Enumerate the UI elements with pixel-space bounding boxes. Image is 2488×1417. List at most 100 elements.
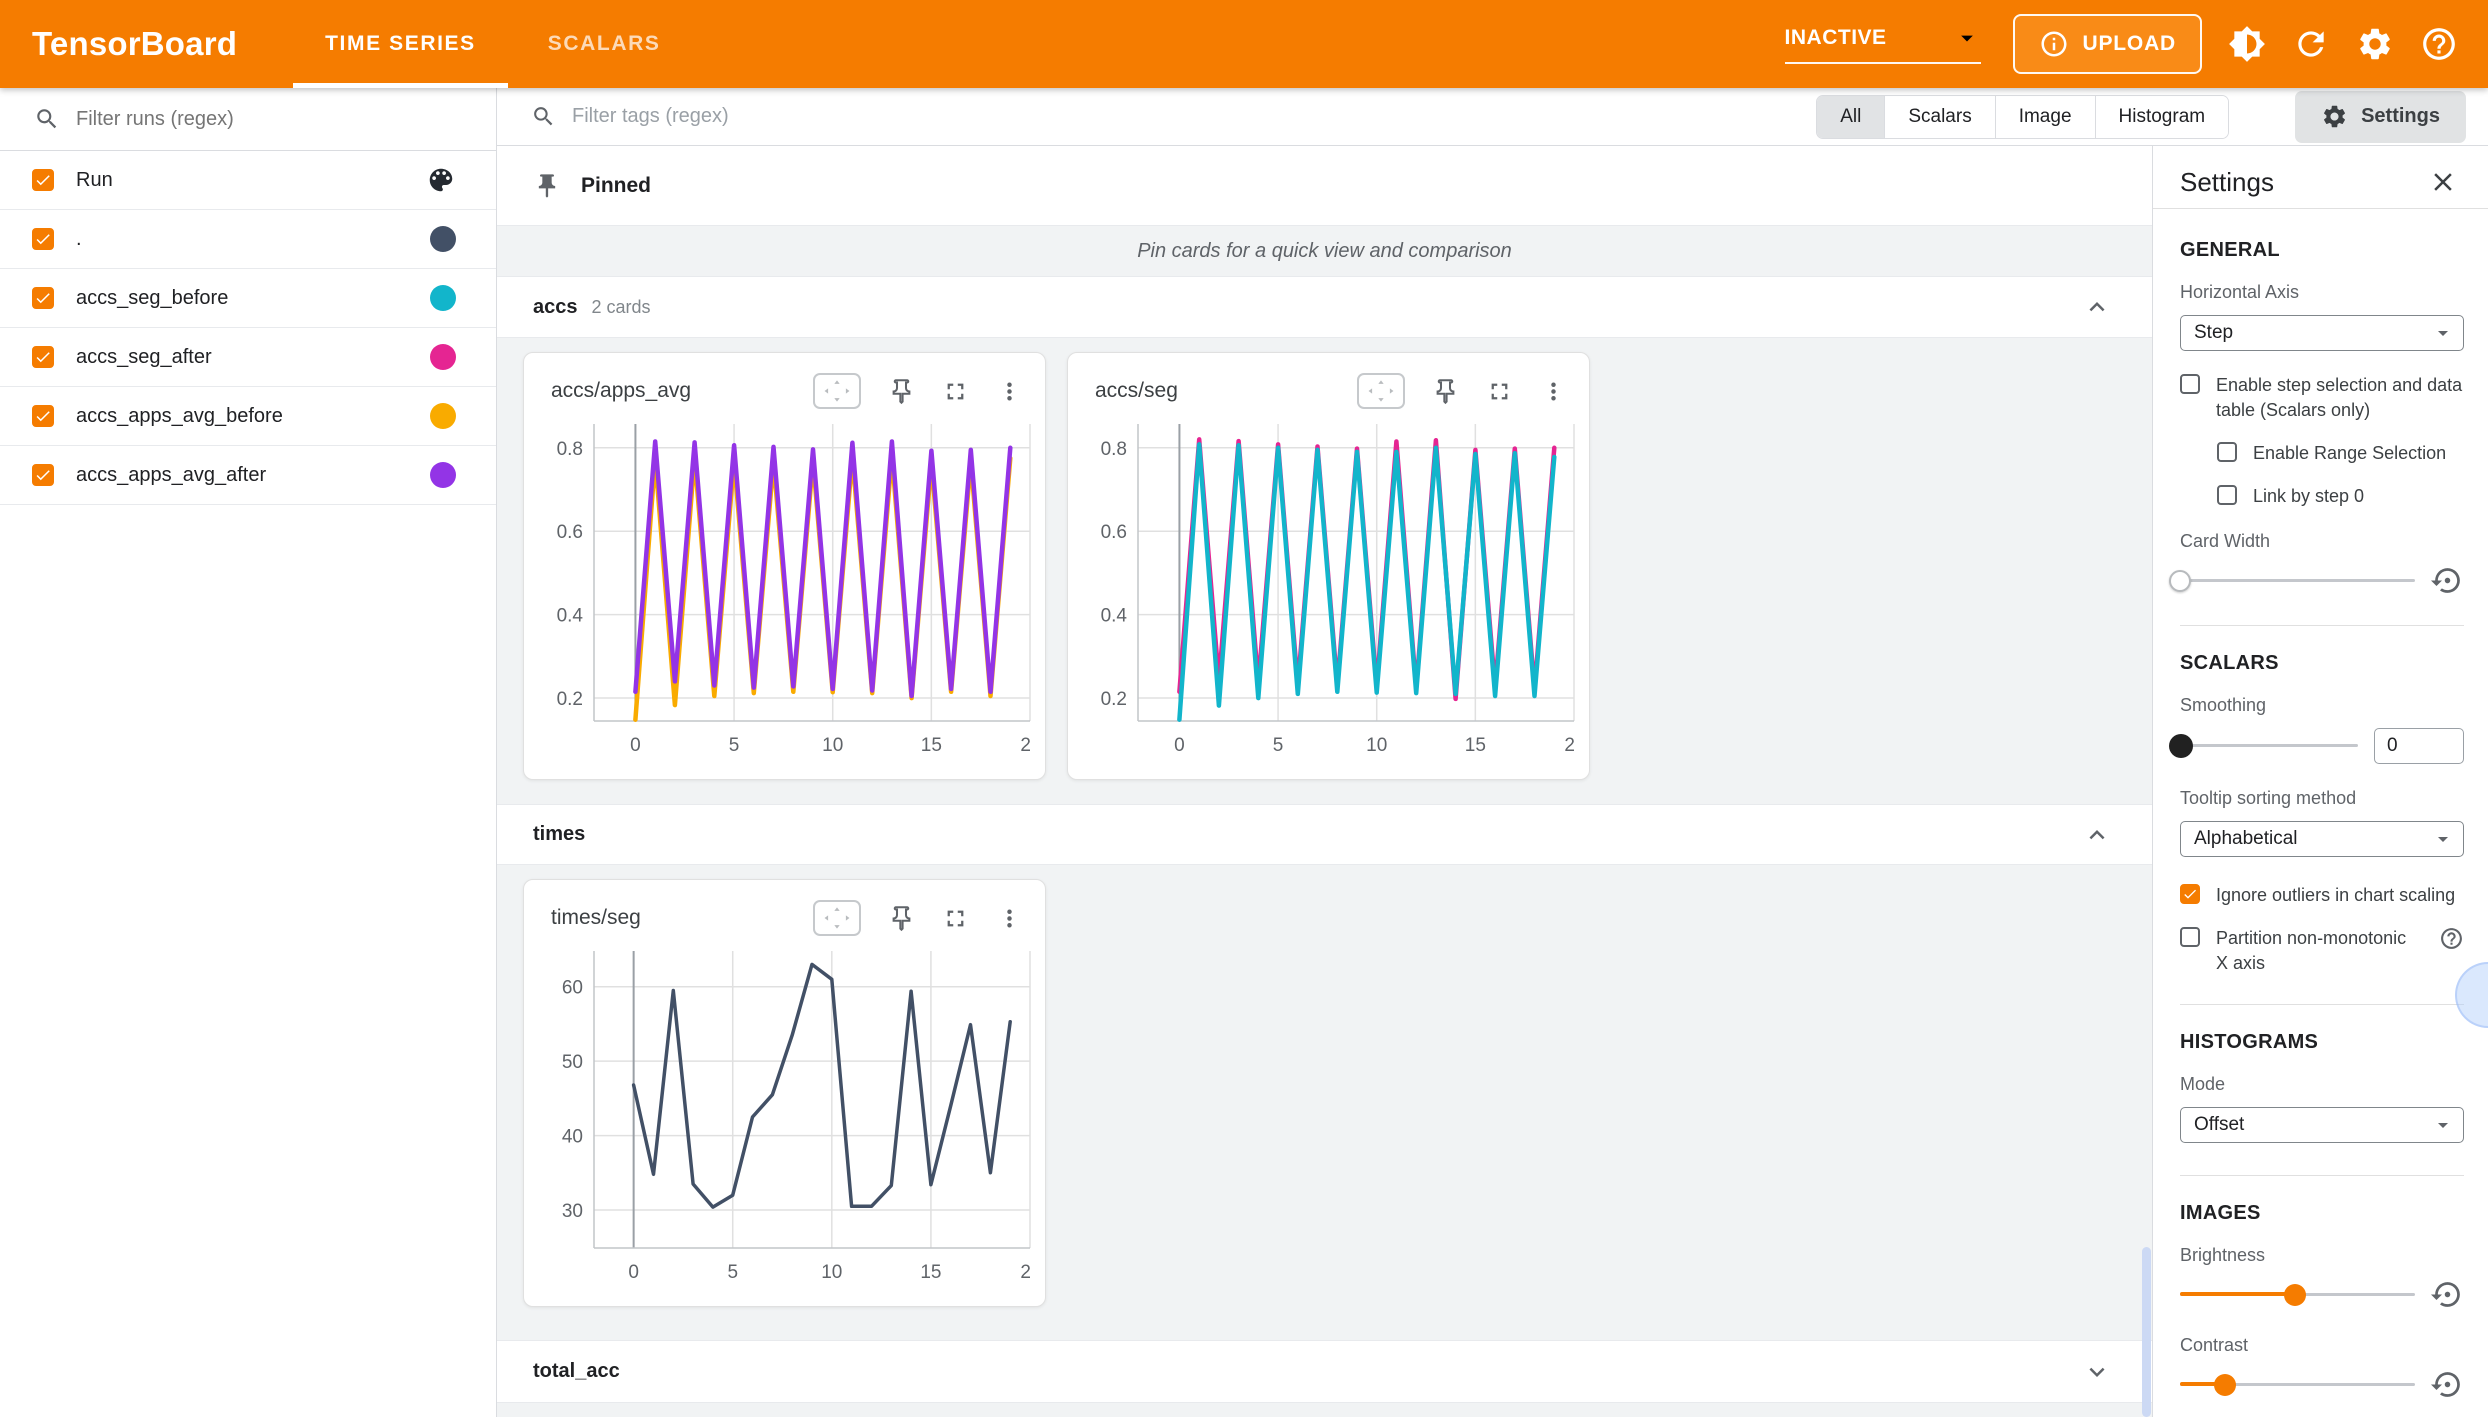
more-options-icon[interactable] bbox=[996, 378, 1023, 405]
settings-toggle-button[interactable]: Settings bbox=[2295, 91, 2466, 143]
checkbox[interactable] bbox=[2180, 927, 2200, 947]
reset-icon[interactable] bbox=[2431, 564, 2464, 597]
checkbox[interactable] bbox=[2180, 884, 2200, 904]
pin-card-icon[interactable] bbox=[888, 378, 915, 405]
theme-toggle-button[interactable] bbox=[2228, 25, 2266, 63]
global-settings-button[interactable] bbox=[2356, 25, 2394, 63]
tab-scalars[interactable]: SCALARS bbox=[512, 0, 697, 88]
chevron-down-icon[interactable] bbox=[2082, 1357, 2112, 1387]
chevron-up-icon[interactable] bbox=[2082, 820, 2112, 850]
histogram-mode-label: Mode bbox=[2180, 1074, 2464, 1095]
smoothing-slider[interactable] bbox=[2180, 734, 2358, 758]
svg-text:0.8: 0.8 bbox=[1101, 439, 1127, 460]
line-chart-accs-seg[interactable]: 0.20.40.60.80510152 bbox=[1084, 415, 1576, 763]
pan-zoom-tool[interactable] bbox=[1357, 373, 1405, 409]
section-title: total_acc bbox=[533, 1360, 620, 1383]
run-color-dot bbox=[430, 462, 456, 488]
run-color-dot bbox=[430, 344, 456, 370]
range-selection-checkbox-row[interactable]: Enable Range Selection bbox=[2217, 441, 2464, 466]
tab-time-series[interactable]: TIME SERIES bbox=[289, 0, 512, 88]
more-options-icon[interactable] bbox=[996, 905, 1023, 932]
partition-x-axis-checkbox-row[interactable]: Partition non-monotonic X axis bbox=[2180, 926, 2464, 976]
run-checkbox[interactable] bbox=[32, 464, 54, 486]
dropdown-arrow-icon bbox=[2431, 827, 2455, 851]
brightness-slider-row bbox=[2180, 1278, 2464, 1311]
filter-all[interactable]: All bbox=[1817, 96, 1884, 138]
ignore-outliers-checkbox-row[interactable]: Ignore outliers in chart scaling bbox=[2180, 883, 2464, 908]
run-row[interactable]: accs_apps_avg_before bbox=[0, 387, 496, 446]
run-checkbox[interactable] bbox=[32, 346, 54, 368]
smoothing-value-input[interactable] bbox=[2374, 728, 2464, 764]
brightness-label: Brightness bbox=[2180, 1245, 2464, 1266]
section-header-accs[interactable]: accs 2 cards bbox=[497, 276, 2152, 338]
run-row[interactable]: . bbox=[0, 210, 496, 269]
filter-image[interactable]: Image bbox=[1995, 96, 2095, 138]
step-selection-checkbox-row[interactable]: Enable step selection and data table (Sc… bbox=[2180, 373, 2464, 423]
pan-zoom-tool[interactable] bbox=[813, 373, 861, 409]
svg-text:40: 40 bbox=[562, 1127, 583, 1148]
fullscreen-icon[interactable] bbox=[942, 378, 969, 405]
run-checkbox[interactable] bbox=[32, 169, 54, 191]
help-button[interactable] bbox=[2420, 25, 2458, 63]
run-label: accs_seg_before bbox=[76, 287, 430, 310]
run-label: accs_apps_avg_after bbox=[76, 464, 430, 487]
card-width-label: Card Width bbox=[2180, 531, 2464, 552]
upload-button[interactable]: UPLOAD bbox=[2013, 14, 2202, 74]
pan-zoom-tool[interactable] bbox=[813, 900, 861, 936]
line-chart-times-seg[interactable]: 304050600510152 bbox=[540, 942, 1032, 1290]
checkbox[interactable] bbox=[2217, 485, 2237, 505]
run-search-row bbox=[0, 88, 496, 151]
section-header-total-acc[interactable]: total_acc bbox=[497, 1340, 2152, 1403]
scrollbar-thumb[interactable] bbox=[2142, 1247, 2151, 1417]
run-row[interactable]: accs_seg_after bbox=[0, 328, 496, 387]
more-options-icon[interactable] bbox=[1540, 378, 1567, 405]
slider-thumb[interactable] bbox=[2169, 734, 2193, 758]
checkbox[interactable] bbox=[2217, 442, 2237, 462]
brightness-slider[interactable] bbox=[2180, 1283, 2415, 1307]
slider-thumb[interactable] bbox=[2214, 1374, 2236, 1396]
refresh-icon bbox=[2292, 25, 2330, 63]
chevron-up-icon[interactable] bbox=[2082, 292, 2112, 322]
palette-icon[interactable] bbox=[426, 165, 456, 195]
line-chart-accs-apps-avg[interactable]: 0.20.40.60.80510152 bbox=[540, 415, 1032, 763]
reset-icon[interactable] bbox=[2431, 1278, 2464, 1311]
section-cards-times: times/seg 304050600510152 bbox=[497, 865, 2152, 1340]
tooltip-sorting-select[interactable]: Alphabetical bbox=[2180, 821, 2464, 857]
help-icon[interactable] bbox=[2439, 926, 2464, 951]
fullscreen-icon[interactable] bbox=[1486, 378, 1513, 405]
svg-text:0: 0 bbox=[628, 1262, 639, 1283]
histogram-mode-select[interactable]: Offset bbox=[2180, 1107, 2464, 1143]
filter-histogram[interactable]: Histogram bbox=[2095, 96, 2229, 138]
section-header-times[interactable]: times bbox=[497, 804, 2152, 865]
run-row-header[interactable]: Run bbox=[0, 151, 496, 210]
run-filter-input[interactable] bbox=[76, 108, 476, 131]
tag-filter-input[interactable] bbox=[572, 105, 1816, 128]
run-row[interactable]: accs_seg_before bbox=[0, 269, 496, 328]
status-dropdown[interactable]: INACTIVE bbox=[1785, 24, 1981, 64]
run-row[interactable]: accs_apps_avg_after bbox=[0, 446, 496, 505]
pin-card-icon[interactable] bbox=[1432, 378, 1459, 405]
chart-card-accs-seg: accs/seg 0.20.40.60.80510152 bbox=[1067, 352, 1590, 780]
run-checkbox[interactable] bbox=[32, 228, 54, 250]
horizontal-axis-select[interactable]: Step bbox=[2180, 315, 2464, 351]
contrast-slider[interactable] bbox=[2180, 1373, 2415, 1397]
run-checkbox[interactable] bbox=[32, 405, 54, 427]
run-label: . bbox=[76, 228, 430, 251]
checkbox[interactable] bbox=[2180, 374, 2200, 394]
pin-card-icon[interactable] bbox=[888, 905, 915, 932]
fullscreen-icon[interactable] bbox=[942, 905, 969, 932]
settings-group-scalars: SCALARS Smoothing Tooltip sorting method bbox=[2180, 652, 2464, 1005]
slider-thumb[interactable] bbox=[2284, 1284, 2306, 1306]
run-checkbox[interactable] bbox=[32, 287, 54, 309]
link-by-step-checkbox-row[interactable]: Link by step 0 bbox=[2217, 484, 2464, 509]
card-width-slider[interactable] bbox=[2180, 569, 2415, 593]
slider-thumb[interactable] bbox=[2169, 570, 2191, 592]
filter-scalars[interactable]: Scalars bbox=[1884, 96, 1994, 138]
reload-button[interactable] bbox=[2292, 25, 2330, 63]
reset-icon[interactable] bbox=[2431, 1368, 2464, 1401]
gear-icon bbox=[2321, 103, 2348, 130]
check-icon bbox=[34, 289, 52, 307]
close-icon[interactable] bbox=[2428, 167, 2458, 197]
run-color-dot bbox=[430, 403, 456, 429]
pinned-section-header: Pinned bbox=[497, 146, 2152, 226]
